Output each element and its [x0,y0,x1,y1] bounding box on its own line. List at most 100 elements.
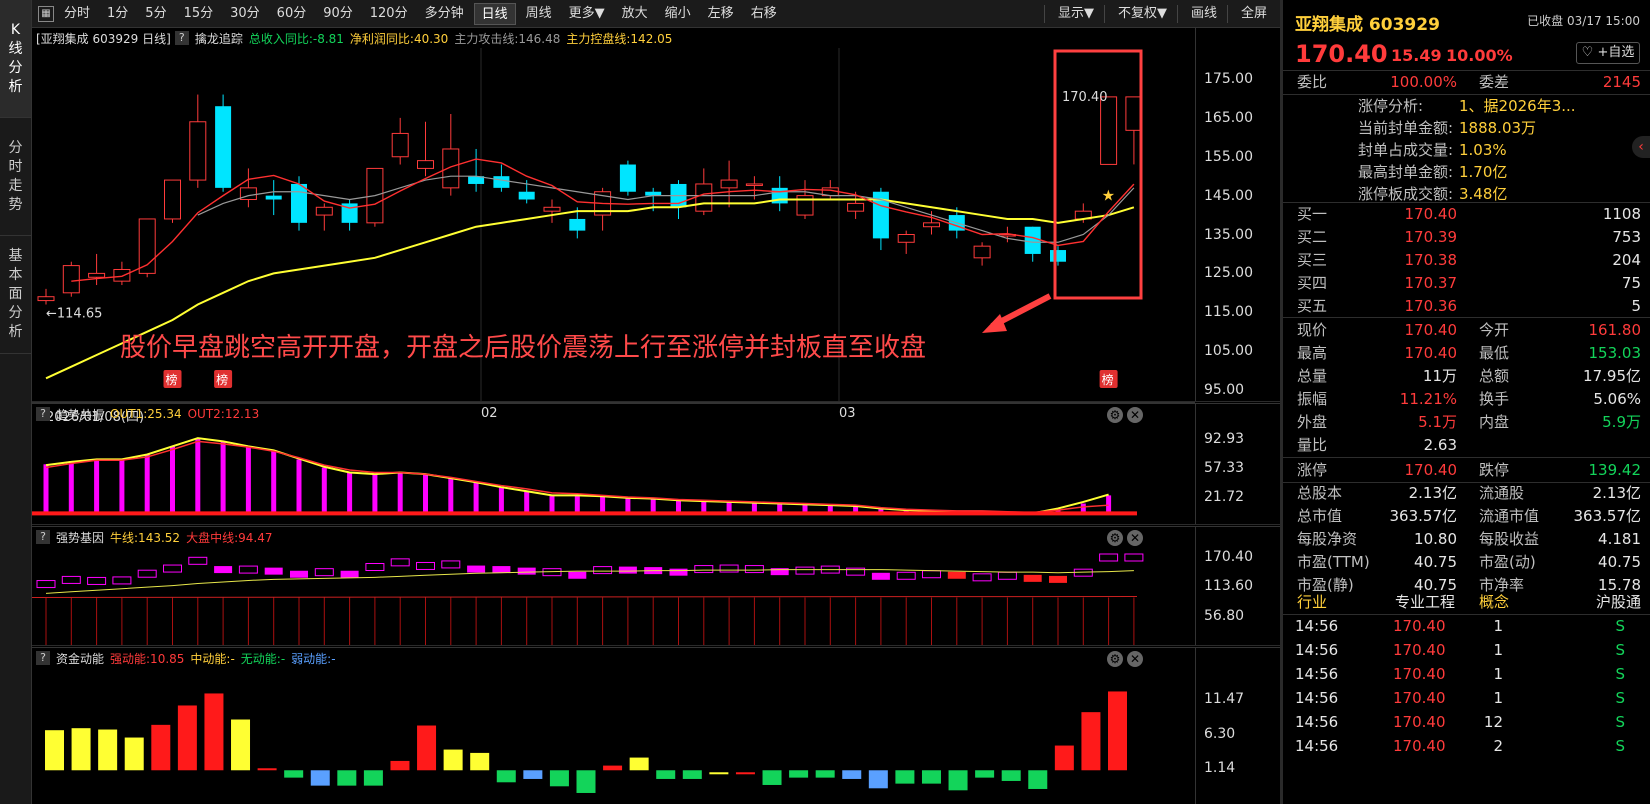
period-button-更多▼[interactable]: 更多▼ [562,3,612,25]
stat-value: 139.42 [1588,461,1642,479]
bid-volume: 204 [1612,251,1641,269]
main-kline-pane[interactable]: [亚翔集成 603929 日线] ? 擒龙追踪 总收入同比:-8.81 净利润同… [32,28,1280,425]
fuquan-menu[interactable]: 不复权▼ [1111,3,1174,25]
ind3-bar [895,770,915,784]
settings-icon[interactable]: ⚙ [1107,651,1123,667]
fund-momentum-pane[interactable]: ? 资金动能 强动能:10.85 中动能:- 无动能:- 弱动能:- ⚙ ✕ 1… [32,647,1280,804]
stat-row: 总量 11万 总额 17.95亿 [1283,364,1650,388]
settings-icon[interactable]: ⚙ [1107,530,1123,546]
ind2-block-down [947,571,966,579]
stat-value: 5.9万 [1602,413,1641,431]
nav-kline-label: K线分析 [9,21,23,97]
stat-label: 涨停 [1297,461,1328,479]
draw-line-button[interactable]: 画线 [1184,3,1224,25]
strong-gene-pane[interactable]: ? 强势基因 牛线:143.52 大盘中线:94.47 ⚙ ✕ 170.40 11… [32,526,1280,646]
candle-body-up [417,160,434,169]
stat-value: 170.40 [1404,344,1458,362]
bid-row: 买五 170.36 5 [1283,294,1650,318]
fullscreen-button[interactable]: 全屏 [1234,3,1274,25]
period-button-90分[interactable]: 90分 [316,3,360,25]
stat-row: 总股本 2.13亿 流通股 2.13亿 [1283,481,1650,505]
highlight-box [1053,49,1143,300]
grid-icon[interactable]: ▦ [38,5,54,22]
stat-label: 每股收益 [1479,530,1540,548]
settings-icon[interactable]: ⚙ [1107,407,1123,423]
ind2-block-up [416,561,435,570]
bid-volume: 753 [1612,228,1641,246]
tick-side: S [1615,617,1625,635]
period-button-左移[interactable]: 左移 [701,3,741,25]
kline-canvas[interactable]: ←114.65 170.40 ★ 榜 榜 榜 股价早盘跳空高开开盘，开盘之后股价震荡上行至涨… [32,48,1195,402]
ind1-canvas[interactable] [32,424,1195,526]
ind2-block-up [238,565,258,574]
period-button-15分[interactable]: 15分 [177,3,221,25]
ind1-out1: OUT1:25.34 [110,407,182,421]
stat-row: 每股净资 10.80 每股收益 4.181 [1283,527,1650,551]
help-icon[interactable]: ? [36,407,50,421]
display-menu[interactable]: 显示▼ [1051,3,1101,25]
add-favorite-button[interactable]: ♡ +自选 [1576,42,1640,64]
nav-kline-analysis[interactable]: K线分析 [0,0,31,118]
period-button-右移[interactable]: 右移 [744,3,784,25]
ind2-block-down [871,572,890,580]
candle-body-up [442,148,460,189]
ind2-block-up [795,566,815,575]
revenue-yoy: 总收入同比:-8.81 [248,31,344,46]
ind2-block-up [744,565,764,574]
ind2-block-up [441,560,461,569]
period-button-多分钟[interactable]: 多分钟 [418,3,471,25]
period-button-缩小[interactable]: 缩小 [658,3,698,25]
ind3-bar [1108,691,1127,771]
nav-fundamental-analysis[interactable]: 基本面分析 [0,236,31,354]
period-button-1分[interactable]: 1分 [100,3,135,25]
stat-label: 每股净资 [1297,530,1358,548]
ind2-block-down [492,566,511,574]
stat-row: 振幅 11.21% 换手 5.06% [1283,387,1650,411]
help-icon[interactable]: ? [174,31,189,45]
period-button-60分[interactable]: 60分 [270,3,314,25]
ind3-bar [71,728,91,771]
trend-resonance-pane[interactable]: ? 趋势共振 OUT1:25.34 OUT2:12.13 ⚙ ✕ 92.93 57… [32,403,1280,525]
stat-label: 总股本 [1297,484,1343,502]
collapse-arrow-icon[interactable]: ‹ [1632,136,1650,158]
star-icon: ★ [1102,187,1115,205]
help-icon[interactable]: ? [36,530,50,544]
webi-row: 委比 100.00% 委差 2145 [1283,70,1650,94]
stat-value: 161.80 [1588,321,1642,339]
ind3-canvas[interactable] [32,668,1195,804]
close-icon[interactable]: ✕ [1127,651,1143,667]
period-button-120分[interactable]: 120分 [363,3,415,25]
close-icon[interactable]: ✕ [1127,530,1143,546]
ind3-bar [868,770,888,789]
help-icon[interactable]: ? [36,651,50,665]
concept-tag[interactable]: 沪股通 [1596,590,1641,614]
candle-body-up [695,183,713,212]
stat-label: 跌停 [1479,461,1510,479]
period-button-分时[interactable]: 分时 [57,3,97,25]
ind1-bar [448,478,454,515]
ind2-header: ? 强势基因 牛线:143.52 大盘中线:94.47 [32,527,272,547]
stat-label: 今开 [1479,321,1510,339]
status-text: 已收盘 [1527,14,1564,28]
stat-label: 现价 [1297,321,1328,339]
period-button-周线[interactable]: 周线 [519,3,559,25]
ind1-bar [423,474,428,515]
ind2-block-up [719,564,739,573]
status-date: 03/17 15:00 [1567,14,1640,28]
period-button-30分[interactable]: 30分 [223,3,267,25]
bid-price: 170.39 [1404,228,1458,246]
nav-char: 走 [8,177,23,194]
ind1-bar [119,459,125,515]
candle-body-up [62,265,80,294]
limit-label: 当前封单金额: [1358,119,1454,137]
nav-fenshi-trend[interactable]: 分时走势 [0,118,31,236]
ind1-bar [220,441,226,515]
ind2-canvas[interactable] [32,547,1195,647]
ind2-block-down [467,565,486,573]
industry-tag[interactable]: 专业工程 [1395,590,1455,614]
period-button-日线[interactable]: 日线 [473,2,516,25]
price-tick-label: 165.00 [1204,109,1253,126]
period-button-放大[interactable]: 放大 [615,3,655,25]
close-icon[interactable]: ✕ [1127,407,1143,423]
period-button-5分[interactable]: 5分 [138,3,173,25]
